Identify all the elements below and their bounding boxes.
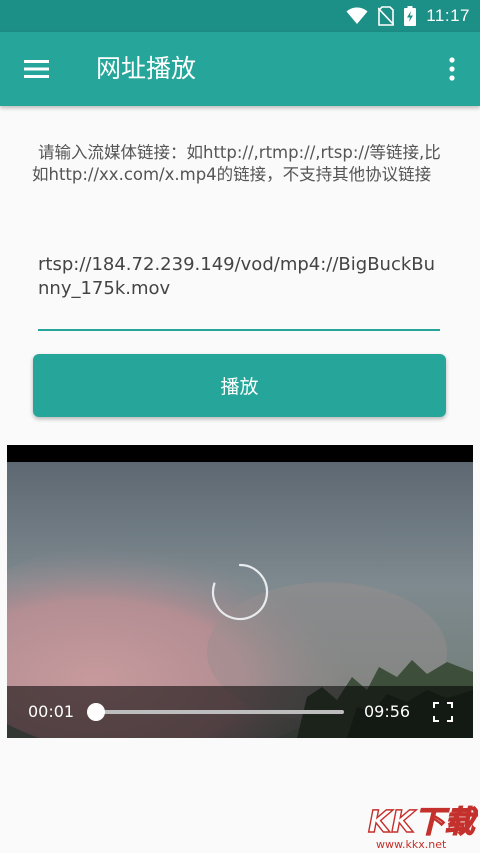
svg-text:www.kkx.net: www.kkx.net — [376, 838, 447, 851]
duration-time: 09:56 — [364, 702, 411, 721]
playback-controls: 00:01 09:56 — [7, 686, 473, 738]
seek-thumb[interactable] — [87, 703, 106, 721]
loading-spinner-icon — [211, 563, 269, 621]
battery-charging-icon — [404, 6, 417, 26]
seek-bar[interactable] — [96, 710, 344, 714]
fullscreen-icon[interactable] — [431, 700, 455, 724]
app-bar: 网址播放 — [0, 32, 480, 106]
overflow-menu-button[interactable] — [434, 47, 470, 91]
more-vert-icon — [449, 57, 455, 81]
svg-text:KK下载: KK下载 — [368, 805, 478, 840]
wifi-icon — [346, 7, 368, 25]
video-player[interactable]: 00:01 09:56 — [7, 445, 473, 738]
current-time: 00:01 — [28, 702, 75, 721]
url-hint-text: 请输入流媒体链接：如http://,rtmp://,rtsp://等链接,比如h… — [32, 143, 441, 184]
play-button[interactable]: 播放 — [33, 354, 446, 417]
hamburger-menu-icon — [24, 60, 49, 78]
kk-watermark-logo: KK下载 www.kkx.net — [367, 804, 478, 851]
menu-button[interactable] — [14, 47, 60, 91]
page-title: 网址播放 — [96, 54, 197, 83]
status-bar: 11:17 — [0, 0, 480, 32]
no-sim-icon — [378, 6, 395, 26]
url-input[interactable]: rtsp://184.72.239.149/vod/mp4://BigBuckB… — [38, 253, 440, 331]
status-icons: 11:17 — [346, 0, 470, 32]
status-time: 11:17 — [426, 6, 470, 25]
